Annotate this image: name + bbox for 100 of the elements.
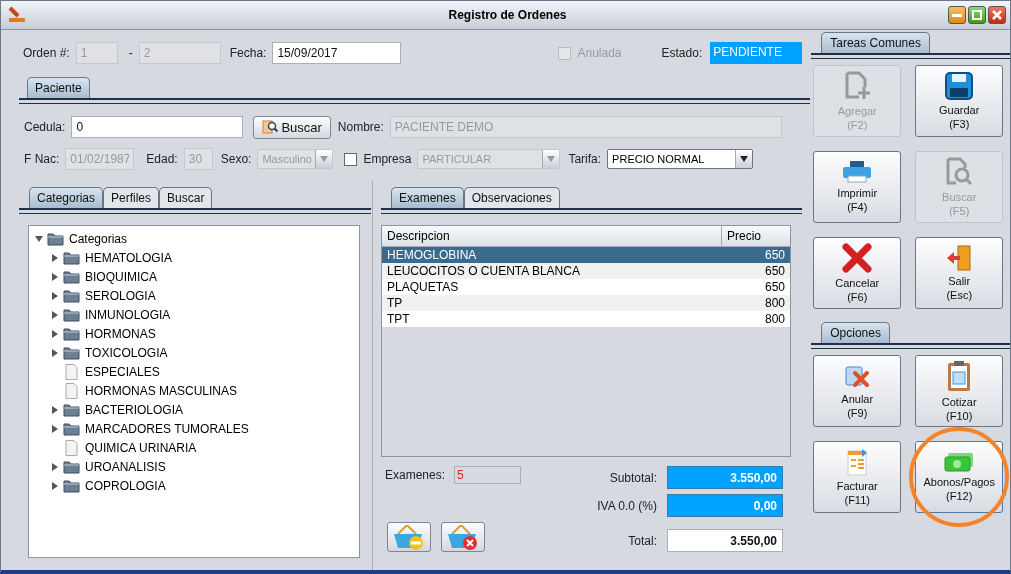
tax-label: IVA 0.0 (%) [597,498,657,513]
checkbox-label: Empresa [363,152,412,166]
column-header[interactable]: Precio [722,226,766,246]
birth-date-label: F Nac: [24,152,60,166]
table-cell-text: 650 [763,280,786,294]
rate-label: Tarifa: [568,152,602,166]
table-cell-text: PLAQUETAS [386,280,460,294]
money-bills-icon [944,452,975,472]
expand-arrow-icon[interactable] [50,348,59,357]
table-cell-text: LEUCOCITOS O CUENTA BLANCA [386,264,581,278]
folder-icon [63,421,80,436]
table-row[interactable]: TPT 800 [382,311,790,327]
action-button[interactable]: Abonos/Pagos (F12) [915,441,1004,513]
maximize-button[interactable] [968,6,986,24]
action-button[interactable]: Guardar (F3) [915,65,1004,137]
basket-button[interactable] [387,522,431,552]
action-button[interactable]: Cotizar (F10) [915,355,1004,427]
file-icon [63,439,80,456]
subtotal-field: 3.550,00 [667,466,783,489]
checkbox[interactable] [344,152,358,166]
tree-item[interactable]: SEROLOGIA [85,288,156,303]
tree-item[interactable]: HEMATOLOGIA [85,250,172,265]
tree-item[interactable]: BACTERIOLOGIA [85,402,184,417]
table-row[interactable]: PLAQUETAS 650 [382,279,790,295]
splitter-handle[interactable] [372,181,376,570]
checkbox-label: Anulada [577,46,622,60]
table-cell-text: 800 [763,312,786,326]
table-cell-text: 650 [763,248,786,262]
table-cell-text: 800 [763,296,786,310]
expand-arrow-icon[interactable] [50,291,59,300]
text-field[interactable]: 0 [71,116,244,138]
caret-icon [547,156,556,162]
tree-item[interactable]: BIOQUIMICA [85,269,157,284]
basket-delete-icon [446,524,480,550]
clipboard-icon [947,360,972,392]
caret-icon [320,156,329,162]
tree-item[interactable]: Categorias [69,231,128,246]
expand-arrow-icon[interactable] [50,310,59,319]
tab[interactable]: Buscar [159,187,213,208]
folder-icon [63,269,80,284]
tree-item[interactable]: MARCADORES TUMORALES [85,421,249,436]
maximize-icon [972,10,982,20]
table-row[interactable]: TP 800 [382,295,790,311]
tab[interactable]: Examenes [391,187,464,208]
expand-arrow-icon[interactable] [50,272,59,281]
close-icon [992,10,1002,20]
folder-icon [47,231,64,246]
collapse-arrow-icon[interactable] [34,234,43,243]
folder-icon [63,326,80,341]
action-button[interactable]: Salir (Esc) [915,237,1004,309]
tab[interactable]: Paciente [27,77,90,98]
close-icon [842,243,873,273]
expand-arrow-icon[interactable] [50,253,59,262]
tab[interactable]: Categorias [29,187,104,208]
expand-arrow-icon[interactable] [50,424,59,433]
table-row[interactable]: HEMOGLOBINA 650 [382,247,790,263]
tree-item[interactable]: UROANALISIS [85,459,166,474]
table-row[interactable]: LEUCOCITOS O CUENTA BLANCA 650 [382,263,790,279]
expand-arrow-icon[interactable] [50,481,59,490]
tree-item[interactable]: ESPECIALES [85,364,160,379]
tree-item[interactable]: COPROLOGIA [85,478,166,493]
tree-item[interactable]: TOXICOLOGIA [85,345,168,360]
action-button[interactable]: Facturar (F11) [813,441,902,513]
document-search-icon [945,157,974,187]
close-button[interactable] [988,6,1006,24]
folder-icon [63,288,80,303]
invoice-icon [845,448,870,476]
window-title: Registro de Ordenes [447,8,568,22]
action-button[interactable]: Cancelar (F6) [813,237,902,309]
column-header[interactable]: Descripcion [382,226,722,246]
action-button[interactable]: Imprimir (F4) [813,151,902,223]
expand-arrow-icon[interactable] [50,405,59,414]
name-label: Nombre: [337,120,384,134]
expand-arrow-icon[interactable] [50,329,59,338]
tab[interactable]: Perfiles [103,187,160,208]
folder-icon [63,250,80,265]
age-label: Edad: [146,152,178,166]
folder-icon [63,459,80,474]
status-label: Estado: [661,46,703,60]
minimize-button[interactable] [948,6,966,24]
tree-item[interactable]: HORMONAS [85,326,156,341]
file-icon [63,382,80,399]
dropdown[interactable]: PRECIO NORMAL [607,149,754,169]
table-cell-text: TP [386,296,404,310]
tree-item[interactable]: INMUNOLOGIA [85,307,171,322]
date-label: Fecha: [229,46,267,60]
action-button[interactable]: Anular (F9) [813,355,902,427]
app-icon [7,6,27,24]
search-button[interactable]: Buscar [253,115,331,139]
tree-item[interactable]: QUIMICA URINARIA [85,440,197,455]
folder-icon [63,478,80,493]
tree-item[interactable]: HORMONAS MASCULINAS [85,383,238,398]
expand-arrow-icon[interactable] [50,462,59,471]
text-field[interactable]: 15/09/2017 [272,42,402,64]
folder-icon [63,402,80,417]
basket-minus-icon [392,524,426,550]
table-cell-text: HEMOGLOBINA [386,248,478,262]
search-icon [262,119,279,135]
tab[interactable]: Observaciones [463,187,560,208]
basket-button[interactable] [441,522,485,552]
